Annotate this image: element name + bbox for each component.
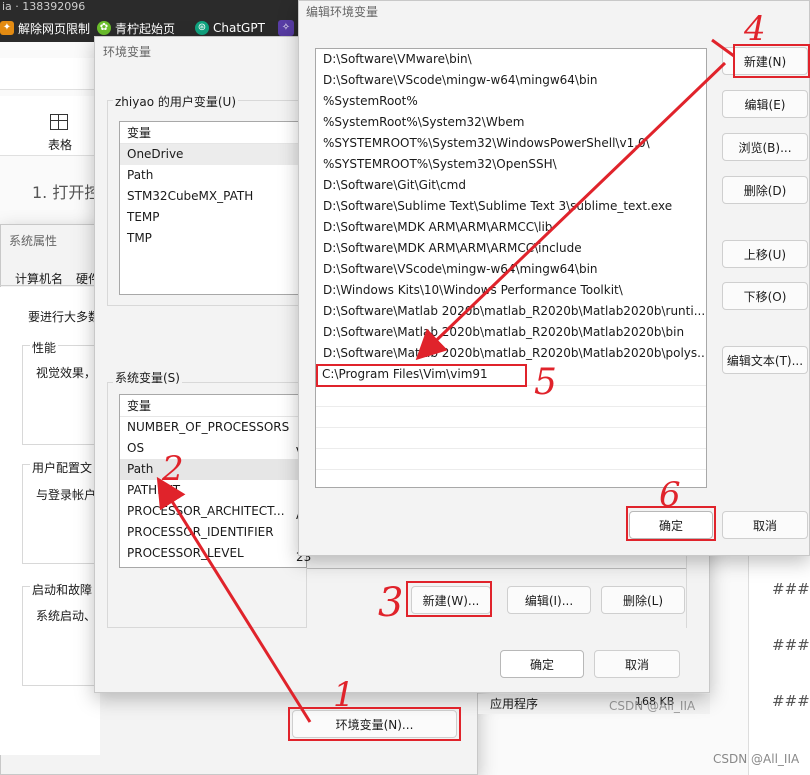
annotation-number: 2 — [162, 449, 184, 489]
annotation-number: 4 — [744, 9, 766, 49]
arrow-to-path — [156, 476, 312, 723]
annotation-number: 6 — [659, 475, 681, 515]
arrow-to-new-button — [711, 38, 735, 58]
annotation-number: 3 — [378, 580, 404, 626]
arrow-to-new-path — [415, 61, 727, 361]
annotation-number: 5 — [534, 362, 557, 403]
annotation-arrows — [156, 38, 735, 723]
annotation-number: 1 — [333, 675, 355, 715]
